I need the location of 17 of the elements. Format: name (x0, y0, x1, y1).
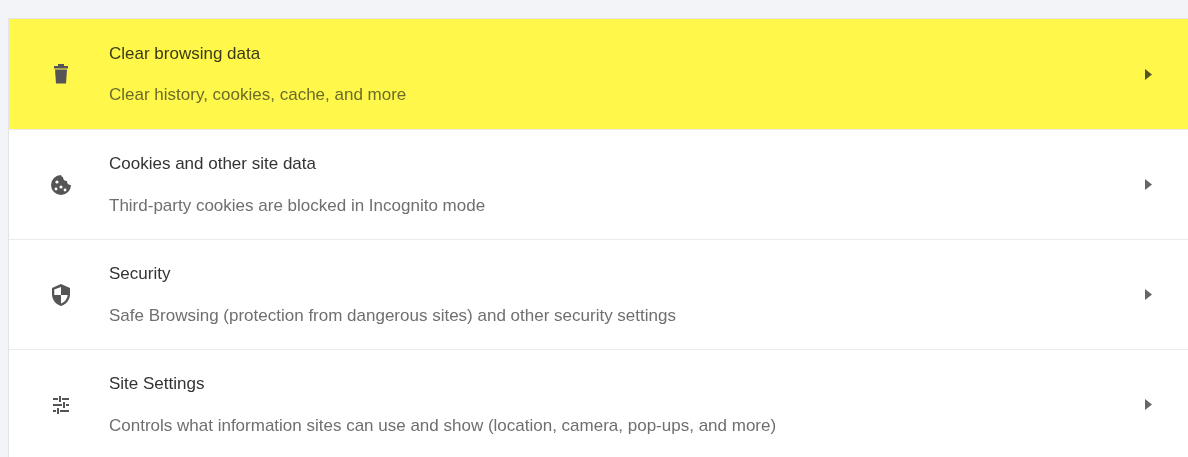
shield-icon (51, 282, 71, 307)
row-description: Controls what information sites can use and show (location, camera, pop-ups, and more) (109, 414, 778, 437)
trash-icon (53, 64, 69, 84)
sliders-icon (51, 394, 71, 415)
caret-icon (1145, 179, 1152, 190)
caret-icon (1145, 399, 1152, 410)
row-description: Clear history, cookies, cache, and more (109, 84, 408, 106)
caret-icon (1145, 68, 1152, 80)
row-title: Cookies and other site data (109, 153, 317, 175)
settings-row[interactable]: Clear browsing data Clear history, cookies, cache, and more (9, 19, 1188, 129)
row-title: Clear browsing data (109, 42, 262, 65)
cookie-icon (50, 173, 72, 196)
row-title: Security (109, 263, 172, 285)
row-description: Safe Browsing (protection from dangerous sites) and other security settings (109, 304, 677, 327)
row-title: Site Settings (109, 373, 206, 395)
row-description: Third-party cookies are blocked in Incognito mode (109, 194, 487, 217)
caret-icon (1145, 289, 1152, 300)
